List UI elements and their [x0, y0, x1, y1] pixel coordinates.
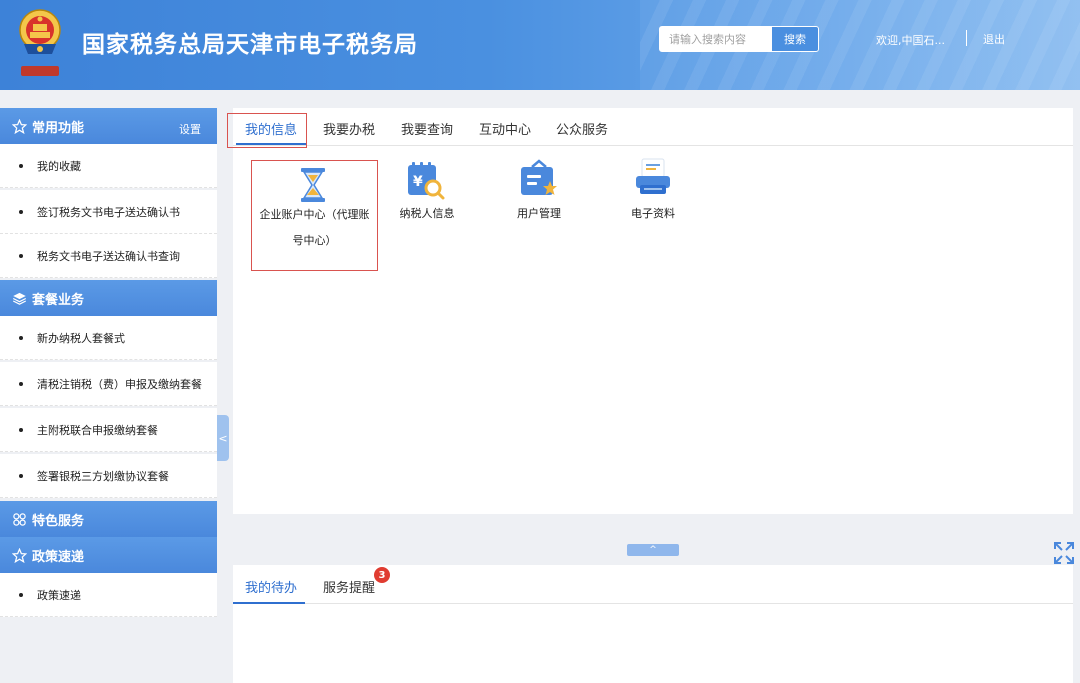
welcome-user-text[interactable]: 欢迎,中国石...: [876, 32, 945, 48]
collapse-panel-button[interactable]: ^: [627, 544, 679, 556]
grid-icon: [11, 511, 27, 527]
tab-my-todo[interactable]: 我的待办: [245, 577, 297, 596]
tax-search-icon: ¥: [408, 162, 445, 200]
sidebar-collapse-button[interactable]: <: [217, 415, 229, 461]
function-label: 电子资料: [631, 207, 675, 220]
star-icon: [11, 547, 27, 563]
sidebar-section-common[interactable]: 常用功能 设置: [0, 108, 217, 144]
sidebar-section-title: 常用功能: [32, 120, 85, 136]
tab-handle-tax[interactable]: 我要办税: [323, 119, 375, 138]
sidebar-section-policy[interactable]: 政策速递: [0, 537, 217, 573]
function-label: 号中心）: [292, 234, 337, 247]
bottom-panel: 我的待办 服务提醒 3: [233, 565, 1073, 683]
main-tabs: 我的信息 我要办税 我要查询 互动中心 公众服务: [227, 108, 1073, 148]
sidebar: 常用功能 设置 我的收藏 签订税务文书电子送达确认书 税务文书电子送达确认书查询…: [0, 108, 217, 683]
printer-icon: [636, 158, 670, 194]
active-tab-underline: [236, 143, 306, 145]
search-input[interactable]: [660, 27, 772, 51]
sidebar-item-favorites[interactable]: 我的收藏: [0, 144, 217, 188]
function-label: 用户管理: [517, 207, 561, 220]
site-title: 国家税务总局天津市电子税务局: [82, 32, 418, 58]
sidebar-item-sign-confirmation[interactable]: 签订税务文书电子送达确认书: [0, 190, 217, 234]
sidebar-section-featured[interactable]: 特色服务: [0, 501, 217, 537]
logout-link[interactable]: 退出: [983, 31, 1005, 47]
sidebar-item-new-taxpayer[interactable]: 新办纳税人套餐式: [0, 316, 217, 360]
tab-public-service[interactable]: 公众服务: [556, 119, 608, 138]
sidebar-section-title: 政策速递: [32, 549, 85, 565]
tab-my-info[interactable]: 我的信息: [245, 119, 297, 138]
svg-text:¥: ¥: [413, 174, 423, 190]
star-icon: [11, 118, 27, 134]
search-box: 搜索: [659, 26, 819, 52]
settings-link[interactable]: 设置: [179, 121, 201, 137]
active-tab-underline: [233, 602, 305, 604]
sidebar-item-query-confirmation[interactable]: 税务文书电子送达确认书查询: [0, 234, 217, 278]
main-panel: 我的信息 我要办税 我要查询 互动中心 公众服务 企业账户中心（代理账 号中心）…: [227, 108, 1073, 514]
national-emblem-icon: [19, 9, 61, 76]
sidebar-item-deregistration[interactable]: 清税注销税（费）申报及缴纳套餐: [0, 362, 217, 406]
sidebar-section-packages[interactable]: 套餐业务: [0, 280, 217, 316]
tab-service-reminder[interactable]: 服务提醒: [323, 577, 375, 596]
fullscreen-icon[interactable]: [1053, 541, 1075, 565]
function-label: 企业账户中心（代理账: [259, 208, 370, 221]
search-button[interactable]: 搜索: [772, 27, 818, 51]
function-label: 纳税人信息: [399, 207, 455, 220]
hourglass-icon: [301, 168, 325, 202]
header-bar: 国家税务总局天津市电子税务局 搜索 欢迎,中国石... 退出: [0, 0, 1080, 90]
sidebar-section-title: 特色服务: [32, 513, 85, 529]
sidebar-section-title: 套餐业务: [32, 292, 85, 308]
notification-badge: 3: [374, 567, 390, 583]
sidebar-item-joint-declaration[interactable]: 主附税联合申报缴纳套餐: [0, 408, 217, 452]
user-manage-icon: [521, 159, 557, 195]
sidebar-item-tripartite-agreement[interactable]: 签署银税三方划缴协议套餐: [0, 454, 217, 498]
tab-interaction-center[interactable]: 互动中心: [479, 119, 531, 138]
header-divider: [966, 30, 967, 46]
bottom-tabs: 我的待办 服务提醒 3: [233, 565, 1073, 604]
layers-icon: [11, 290, 27, 306]
sidebar-item-policy-express[interactable]: 政策速递: [0, 573, 217, 617]
tab-query[interactable]: 我要查询: [401, 119, 453, 138]
